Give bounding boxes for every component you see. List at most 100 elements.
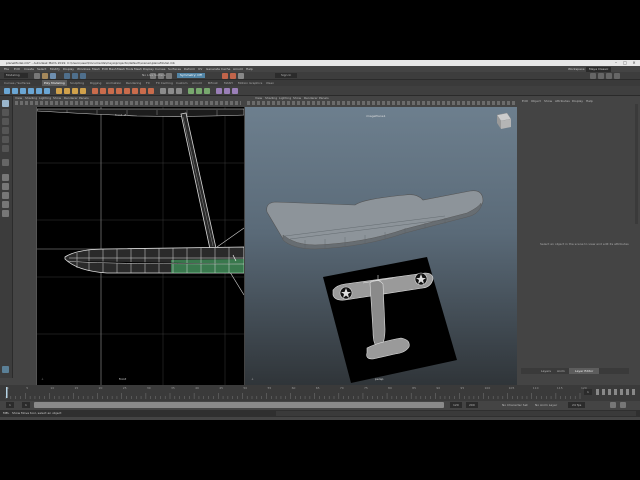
side-tab-strip[interactable]	[635, 104, 638, 224]
last-tool-icon[interactable]	[2, 159, 9, 166]
rotate-tool-icon[interactable]	[2, 136, 9, 143]
render-settings-icon[interactable]	[238, 72, 244, 79]
merge-icon[interactable]	[124, 87, 130, 94]
poly-sphere-icon[interactable]	[4, 87, 10, 94]
reduce-icon[interactable]	[224, 87, 230, 94]
auto-key-icon[interactable]	[610, 402, 616, 408]
poly-plane-icon[interactable]	[36, 87, 42, 94]
scale-tool-icon[interactable]	[2, 145, 9, 152]
planar-uv-icon[interactable]	[188, 87, 194, 94]
gear-icon[interactable]	[620, 402, 626, 408]
strut-wire	[216, 227, 244, 248]
channel-tab-edit[interactable]: Edit	[522, 99, 528, 103]
new-scene-icon[interactable]	[34, 72, 40, 79]
time-tick-label: 40	[195, 386, 199, 390]
insert-edge-loop-icon[interactable]	[140, 87, 146, 94]
mel-label[interactable]: MEL	[3, 410, 9, 417]
viewport-toolbar[interactable]	[247, 101, 515, 105]
symmetry-select[interactable]: Symmetry: Off	[177, 73, 205, 78]
character-set-select[interactable]: No Character Set	[502, 402, 528, 408]
outliner-layout-icon[interactable]	[2, 201, 9, 208]
anim-tab[interactable]: Anim	[557, 369, 565, 373]
snap-point-icon[interactable]	[166, 72, 172, 79]
upper-wing-mesh	[266, 190, 484, 250]
channel-tab-show[interactable]: Show	[544, 99, 552, 103]
time-tick-label: 105	[508, 386, 515, 390]
anim-layer-select[interactable]: No Anim Layer	[535, 402, 557, 408]
freeze-transform-icon[interactable]	[168, 87, 174, 94]
boolean-icon[interactable]	[80, 87, 86, 94]
script-editor-icon[interactable]	[2, 366, 9, 373]
bevel-icon[interactable]	[108, 87, 114, 94]
animation-start-field[interactable]: 1	[6, 402, 14, 408]
channel-tab-help[interactable]: Help	[586, 99, 593, 103]
layer-editor-tab[interactable]: Layer Editor	[569, 368, 600, 374]
attribute-editor-icon[interactable]	[598, 72, 604, 79]
save-scene-icon[interactable]	[50, 72, 56, 79]
fps-select[interactable]: 24 fps	[568, 402, 586, 408]
command-input[interactable]	[276, 411, 636, 416]
uv-editor-icon[interactable]	[204, 87, 210, 94]
left-camera-name: front -Z	[115, 113, 127, 117]
view-cube[interactable]	[496, 112, 512, 129]
animation-end-field[interactable]: 200	[466, 402, 478, 408]
right-viewport[interactable]: persp ⊥	[245, 107, 517, 387]
fill-hole-icon[interactable]	[116, 87, 122, 94]
sign-in-button[interactable]: Sign In	[275, 73, 298, 78]
playback-controls[interactable]	[596, 389, 638, 395]
channel-tab-display[interactable]: Display	[572, 99, 583, 103]
center-pivot-icon[interactable]	[160, 87, 166, 94]
target-weld-icon[interactable]	[148, 87, 154, 94]
left-viewport-menubar: View Shading Lighting Show Renderer Pane…	[13, 96, 243, 106]
modeling-toolkit-icon[interactable]	[590, 72, 596, 79]
delete-history-icon[interactable]	[176, 87, 182, 94]
tool-settings-icon[interactable]	[606, 72, 612, 79]
left-viewport[interactable]: front ⊥	[36, 107, 244, 387]
poly-cylinder-icon[interactable]	[20, 87, 26, 94]
select-by-object-icon[interactable]	[72, 72, 78, 79]
workspace-select[interactable]: Maya Classic	[586, 66, 612, 72]
wing-strut	[180, 112, 217, 250]
single-perspective-layout-icon[interactable]	[2, 174, 9, 181]
select-tool-icon[interactable]	[2, 100, 9, 107]
render-icon[interactable]	[222, 72, 228, 79]
open-scene-icon[interactable]	[42, 72, 48, 79]
axis-indicator: ⊥	[41, 377, 44, 381]
channel-box-icon[interactable]	[614, 72, 620, 79]
retopo-icon[interactable]	[232, 87, 238, 94]
mirror-icon[interactable]	[216, 87, 222, 94]
poly-cone-icon[interactable]	[28, 87, 34, 94]
range-slider[interactable]	[34, 402, 444, 408]
select-by-hierarchy-icon[interactable]	[64, 72, 70, 79]
auto-uv-icon[interactable]	[196, 87, 202, 94]
channel-tab-object[interactable]: Object	[531, 99, 541, 103]
bridge-icon[interactable]	[100, 87, 106, 94]
playback-end-field[interactable]: 120	[450, 402, 462, 408]
move-tool-icon[interactable]	[2, 127, 9, 134]
layers-tab[interactable]: Layers	[541, 369, 551, 373]
poly-torus-icon[interactable]	[44, 87, 50, 94]
ipr-render-icon[interactable]	[230, 72, 236, 79]
time-slider[interactable]: 1 5 10 15 20 25 30 35 40 45 50 55 60 65 70 75 80 85 90 95 10…	[0, 385, 640, 401]
lasso-tool-icon[interactable]	[2, 109, 9, 116]
time-tick-label: 5	[26, 386, 29, 390]
extrude-icon[interactable]	[92, 87, 98, 94]
current-frame-field[interactable]: 1	[584, 389, 592, 395]
graph-layout-icon[interactable]	[2, 210, 9, 217]
playback-start-field[interactable]: 1	[22, 402, 30, 408]
separate-icon[interactable]	[64, 87, 70, 94]
poly-cube-icon[interactable]	[12, 87, 18, 94]
multi-cut-icon[interactable]	[132, 87, 138, 94]
shelf	[0, 86, 640, 96]
range-slider-bar: 1 1 120 200 No Character Set No Anim Lay…	[0, 401, 640, 409]
combine-icon[interactable]	[56, 87, 62, 94]
viewport-toolbar[interactable]	[15, 101, 241, 105]
mode-select[interactable]: Modeling	[4, 73, 28, 78]
paint-select-icon[interactable]	[2, 118, 9, 125]
status-line: Modeling No Live Surface Symmetry: Off S…	[0, 72, 640, 80]
channel-tab-attributes[interactable]: Attributes	[555, 99, 570, 103]
smooth-icon[interactable]	[72, 87, 78, 94]
four-view-layout-icon[interactable]	[2, 183, 9, 190]
select-by-component-icon[interactable]	[80, 72, 86, 79]
two-pane-layout-icon[interactable]	[2, 192, 9, 199]
